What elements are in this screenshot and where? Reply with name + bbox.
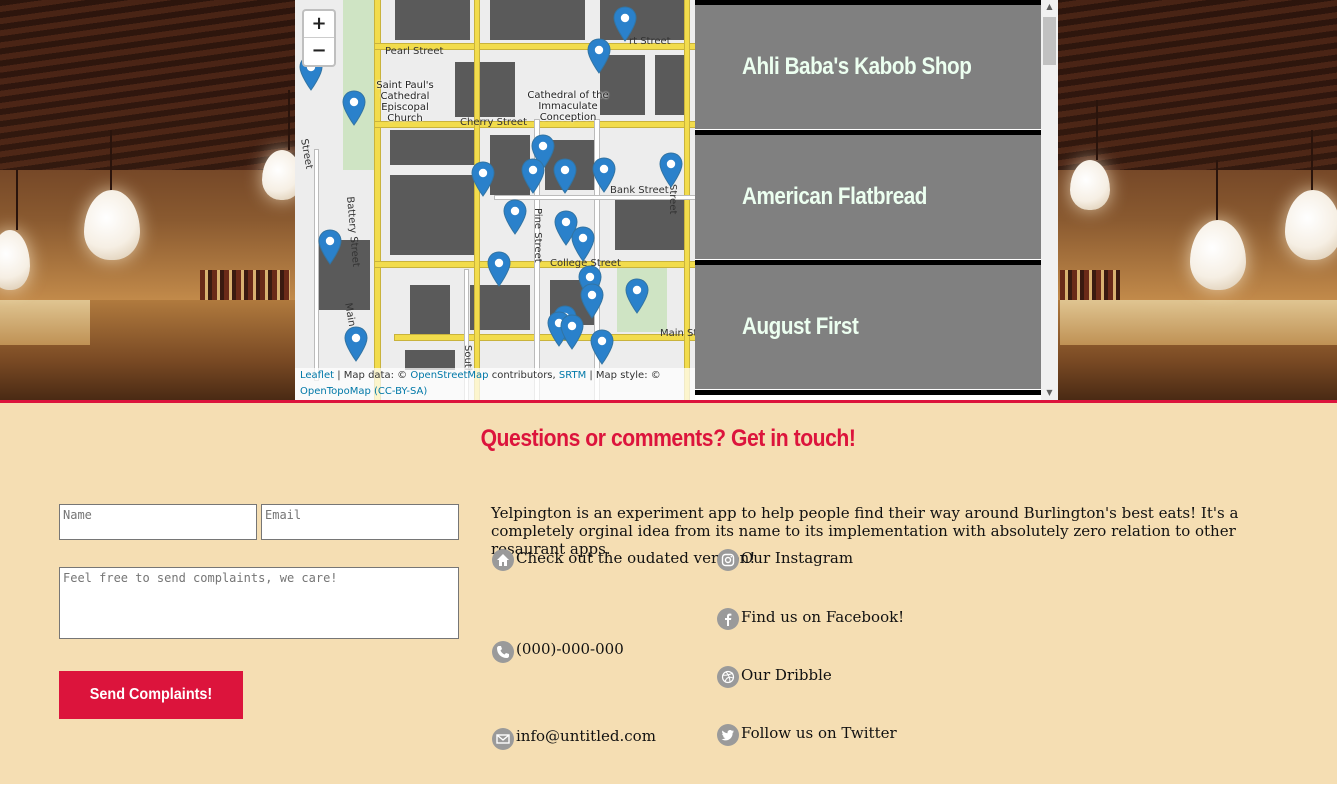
list-divider — [695, 390, 1041, 395]
srtm-link[interactable]: SRTM — [559, 370, 586, 381]
home-icon — [492, 549, 514, 571]
restaurant-marker-icon[interactable] — [342, 90, 366, 126]
building — [410, 285, 450, 335]
window-glow-left — [0, 300, 90, 345]
building — [395, 0, 470, 40]
contact-section: Questions or comments? Get in touch! Nam… — [0, 400, 1337, 784]
building — [390, 130, 480, 165]
restaurant-marker-icon[interactable] — [560, 314, 584, 350]
restaurant-marker-icon[interactable] — [487, 251, 511, 287]
attribution-text: contributors, — [488, 370, 559, 381]
restaurant-marker-icon[interactable] — [503, 199, 527, 235]
map-attribution: Leaflet | Map data: © OpenStreetMap cont… — [295, 368, 695, 400]
phone-link[interactable]: (000)-000-000 — [516, 640, 624, 658]
restaurant-marker-icon[interactable] — [471, 161, 495, 197]
restaurant-name: August First — [742, 313, 859, 340]
restaurant-marker-icon[interactable] — [613, 6, 637, 42]
list-scrollbar[interactable]: ▲ ▼ — [1041, 0, 1058, 400]
poi-label: Cathedral of the Immaculate Conception — [527, 90, 609, 123]
mail-icon — [492, 728, 514, 750]
facebook-link[interactable]: Find us on Facebook! — [741, 608, 904, 626]
street — [685, 0, 689, 400]
contact-heading-text: Questions or comments? Get in touch! — [481, 425, 856, 452]
leaflet-link[interactable]: Leaflet — [300, 370, 334, 381]
street — [375, 0, 380, 400]
street — [475, 0, 479, 400]
restaurant-marker-icon[interactable] — [659, 152, 683, 188]
name-field[interactable]: Name — [59, 504, 257, 540]
complaint-textarea[interactable]: Feel free to send complaints, we care! — [59, 567, 459, 639]
building — [390, 175, 475, 255]
twitter-link[interactable]: Follow us on Twitter — [741, 724, 897, 742]
scroll-up-arrow[interactable]: ▲ — [1041, 0, 1058, 14]
restaurant-marker-icon[interactable] — [571, 226, 595, 262]
scroll-thumb[interactable] — [1043, 17, 1056, 65]
street-label: Pine Street — [532, 208, 543, 263]
map-zoom-control: + − — [302, 9, 336, 67]
restaurant-name: American Flatbread — [742, 183, 927, 210]
window-glow-right — [1060, 300, 1337, 345]
restaurant-marker-icon[interactable] — [344, 326, 368, 362]
pendant-lamp — [84, 130, 140, 260]
zoom-out-button[interactable]: − — [304, 38, 334, 64]
scroll-down-arrow[interactable]: ▼ — [1041, 386, 1058, 400]
openstreetmap-link[interactable]: OpenStreetMap — [410, 370, 488, 381]
building — [405, 350, 455, 370]
pendant-lamp — [1190, 160, 1246, 290]
street-label: Pearl Street — [385, 46, 444, 57]
zoom-in-button[interactable]: + — [304, 11, 334, 38]
pendant-lamp — [0, 170, 30, 290]
building — [470, 285, 530, 330]
pendant-lamp — [1285, 130, 1337, 260]
street-label: Cherry Street — [460, 117, 528, 128]
email-link[interactable]: info@untitled.com — [516, 727, 656, 745]
send-complaints-button[interactable]: Send Complaints! — [59, 671, 243, 719]
instagram-link[interactable]: Our Instagram — [741, 549, 853, 567]
twitter-icon — [717, 724, 739, 746]
street — [395, 335, 695, 340]
street-label: Street — [667, 184, 678, 215]
restaurant-marker-icon[interactable] — [625, 278, 649, 314]
attribution-text: | Map style: © — [586, 370, 661, 381]
page-bottom — [0, 784, 1337, 790]
building — [490, 0, 585, 40]
opentopomap-link[interactable]: OpenTopoMap — [300, 386, 371, 397]
street-label: Street — [298, 138, 315, 170]
restaurant-map[interactable]: Pearl Street Cherry Street Bank Street C… — [295, 0, 695, 400]
poi-label: Saint Paul's Cathedral Episcopal Church — [376, 80, 434, 124]
phone-icon — [492, 641, 514, 663]
restaurant-marker-icon[interactable] — [587, 38, 611, 74]
restaurant-item[interactable]: Ahli Baba's Kabob Shop — [695, 0, 1041, 129]
restaurant-marker-icon[interactable] — [553, 158, 577, 194]
dribbble-link[interactable]: Our Dribble — [741, 666, 832, 684]
restaurant-list: Ahli Baba's Kabob Shop American Flatbrea… — [695, 0, 1058, 400]
instagram-icon — [717, 549, 739, 571]
email-field[interactable]: Email — [261, 504, 459, 540]
restaurant-marker-icon[interactable] — [318, 229, 342, 265]
street-label: Main Street — [660, 328, 695, 339]
restaurant-name: Ahli Baba's Kabob Shop — [742, 53, 972, 80]
building — [455, 62, 515, 117]
restaurant-marker-icon[interactable] — [592, 157, 616, 193]
send-label: Send Complaints! — [89, 686, 213, 703]
contact-heading: Questions or comments? Get in touch! — [0, 425, 1337, 453]
attribution-text: | Map data: © — [334, 370, 411, 381]
restaurant-item[interactable]: August First — [695, 260, 1041, 389]
restaurant-marker-icon[interactable] — [590, 329, 614, 365]
dribbble-icon — [717, 666, 739, 688]
restaurant-item[interactable]: American Flatbread — [695, 130, 1041, 259]
restaurant-marker-icon[interactable] — [521, 158, 545, 194]
facebook-icon — [717, 608, 739, 630]
license-link[interactable]: (CC-BY-SA) — [374, 386, 427, 397]
